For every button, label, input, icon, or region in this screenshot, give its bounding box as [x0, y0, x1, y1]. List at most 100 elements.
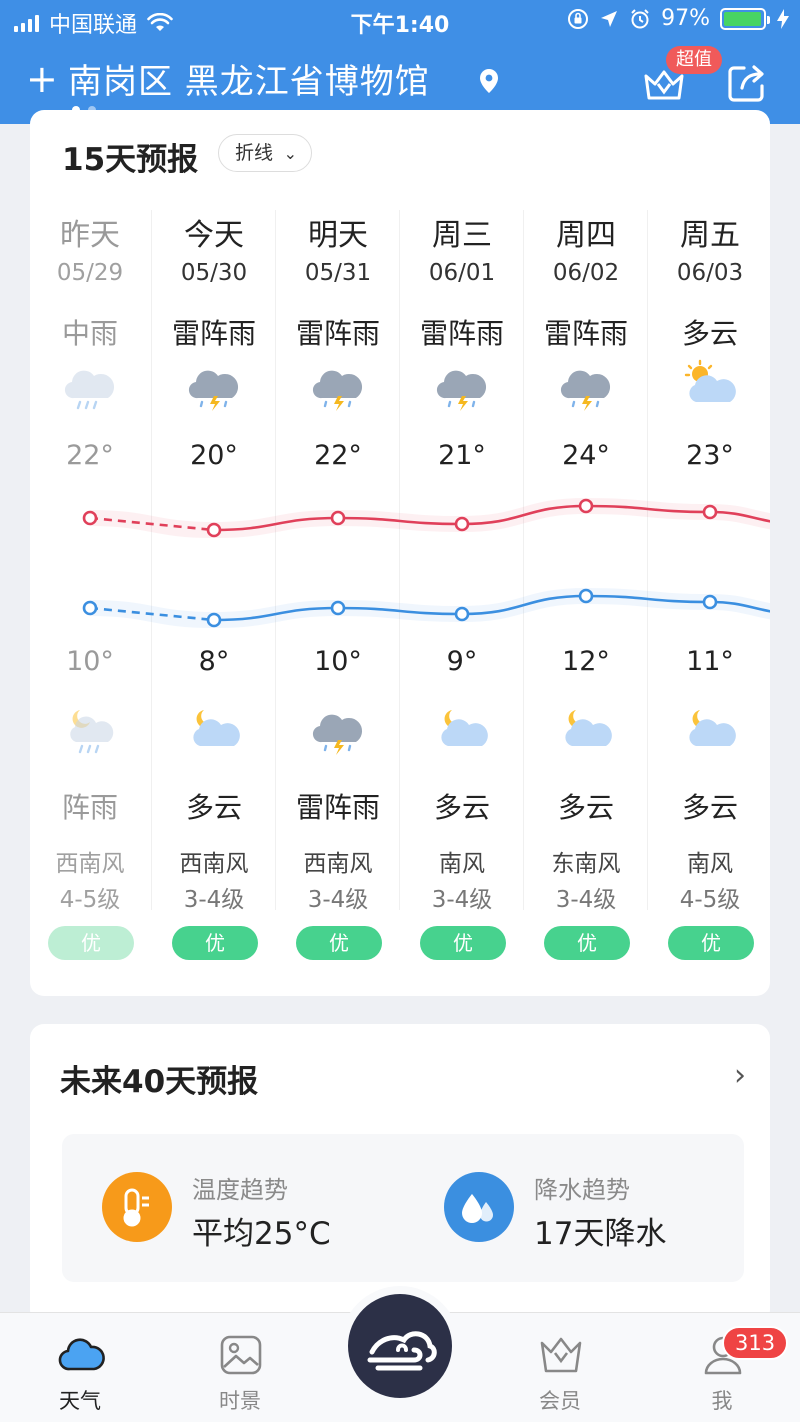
- night-weather: 多云: [185, 791, 242, 824]
- day-label: 周四: [556, 218, 616, 253]
- tab-label: 时景: [219, 1389, 261, 1413]
- location-header: + 南岗区 黑龙江省博物馆 超值: [0, 46, 800, 118]
- night-weather: 多云: [433, 791, 490, 824]
- wind-direction: 西南风: [179, 851, 249, 877]
- alarm-icon: [631, 8, 649, 28]
- cloud-icon: [58, 1338, 105, 1371]
- low-temp: 9°: [446, 646, 478, 677]
- tab-weather[interactable]: 天气: [20, 1313, 140, 1422]
- wind-level: 4-5级: [679, 887, 741, 913]
- orientation-lock-icon: [568, 8, 589, 29]
- day-column[interactable]: 周五 06/03 多云 23° 11° 多云南风 4-5级优: [648, 210, 770, 996]
- top-bar: 中国联通 下午1:40 97% + 南岗区 黑龙江省博物馆 超值: [0, 0, 800, 124]
- day-weather: 中雨: [61, 317, 118, 350]
- date-label: 05/30: [180, 260, 248, 286]
- chevron-right-icon[interactable]: ›: [734, 1058, 746, 1093]
- precipitation-trend-label: 降水趋势: [534, 1176, 630, 1204]
- rain-icon: [64, 370, 115, 410]
- high-temp: 24°: [562, 440, 610, 471]
- wind-direction: 西南风: [55, 851, 125, 877]
- notification-badge: 313: [722, 1326, 789, 1360]
- night-rain-icon: [70, 710, 114, 754]
- status-bar: 中国联通 下午1:40 97%: [0, 0, 800, 40]
- battery-icon: [720, 7, 770, 30]
- thunder-icon: [312, 370, 363, 411]
- tab-center-home[interactable]: [340, 1286, 460, 1406]
- crown-icon: [540, 1337, 582, 1373]
- sun-cloudy-icon: [684, 359, 736, 402]
- day-label: 昨天: [60, 218, 120, 253]
- wind-cloud-logo-icon: [367, 1331, 437, 1371]
- tab-scenes[interactable]: 时景: [180, 1313, 300, 1422]
- day-label: 今天: [184, 218, 244, 253]
- battery-percent: 97%: [661, 6, 710, 31]
- night-cloudy-icon: [689, 710, 736, 746]
- low-temp: 11°: [686, 646, 734, 677]
- image-icon: [220, 1335, 262, 1375]
- low-temp: 10°: [66, 646, 114, 677]
- charging-icon: [777, 8, 789, 29]
- low-temp: 8°: [198, 646, 230, 677]
- night-weather: 多云: [557, 791, 614, 824]
- tab-membership[interactable]: 会员: [500, 1313, 620, 1422]
- tab-label: 会员: [539, 1389, 581, 1413]
- wind-direction: 西南风: [303, 851, 373, 877]
- wind-direction: 东南风: [551, 851, 621, 877]
- night-cloudy-icon: [565, 710, 612, 746]
- date-label: 05/31: [304, 260, 372, 286]
- vip-offer-badge: 超值: [666, 46, 722, 74]
- date-label: 06/01: [428, 260, 496, 286]
- night-weather: 阵雨: [61, 791, 118, 824]
- trend-panel: 温度趋势 平均25°C 降水趋势 17天降水: [62, 1134, 744, 1282]
- temperature-trend-value: 平均25°C: [192, 1216, 331, 1252]
- forecast-40-day-card[interactable]: 未来40天预报 › 温度趋势 平均25°C 降水趋势 17天降水: [30, 1024, 770, 1324]
- day-weather: 雷阵雨: [543, 317, 628, 350]
- add-city-button[interactable]: +: [26, 56, 58, 102]
- day-column[interactable]: 周四 06/02 雷阵雨 24° 12° 多云 东南风 3-4级优: [524, 210, 648, 996]
- day-column[interactable]: 周三 06/01 雷阵雨 21° 9° 多云 南风 3-4级优: [400, 210, 524, 996]
- wind-direction: 南风: [687, 851, 733, 877]
- date-label: 06/03: [676, 260, 744, 286]
- date-label: 05/29: [56, 260, 124, 286]
- low-temp: 12°: [562, 646, 610, 677]
- day-weather: 多云: [681, 317, 738, 350]
- day-column[interactable]: 今天 05/30 雷阵雨 20° 8° 多云西南风 3-4级优: [152, 210, 276, 996]
- air-quality-badge[interactable]: 优: [48, 926, 134, 960]
- day-label: 周五: [680, 218, 740, 253]
- forecast-40-title: 未来40天预报: [60, 1064, 259, 1100]
- air-quality-badge[interactable]: 优: [420, 926, 506, 960]
- night-weather: 多云: [681, 791, 738, 824]
- air-quality-badge[interactable]: 优: [544, 926, 630, 960]
- air-quality-badge[interactable]: 优: [296, 926, 382, 960]
- air-quality-badge[interactable]: 优: [172, 926, 258, 960]
- day-column[interactable]: 昨天 05/29 中雨 22° 10° 阵雨西南风 4-5级优: [30, 210, 152, 996]
- wind-level: 3-4级: [431, 887, 493, 913]
- high-temp: 21°: [438, 440, 486, 471]
- water-drops-icon: [444, 1172, 514, 1242]
- day-column[interactable]: 明天 05/31 雷阵雨 22° 10° 雷阵雨 西南风 3-4级优: [276, 210, 400, 996]
- share-button[interactable]: [726, 62, 768, 104]
- wind-level: 3-4级: [307, 887, 369, 913]
- location-arrow-icon: [601, 10, 618, 27]
- wind-level: 4-5级: [59, 887, 121, 913]
- day-label: 周三: [432, 218, 492, 253]
- night-cloudy-icon: [193, 710, 240, 746]
- precipitation-trend-value: 17天降水: [534, 1216, 667, 1252]
- day-weather: 雷阵雨: [419, 317, 504, 350]
- high-temp: 22°: [314, 440, 362, 471]
- chart-style-toggle[interactable]: 折线 ⌄: [218, 134, 312, 172]
- day-weather: 雷阵雨: [171, 317, 256, 350]
- tab-label: 我: [711, 1389, 733, 1413]
- location-title[interactable]: 南岗区 黑龙江省博物馆: [68, 60, 430, 104]
- thunder-icon: [312, 714, 363, 755]
- air-quality-badge[interactable]: 优: [668, 926, 754, 960]
- high-temp: 20°: [190, 440, 238, 471]
- wind-level: 3-4级: [555, 887, 617, 913]
- high-temp: 23°: [686, 440, 734, 471]
- thunder-icon: [436, 370, 487, 411]
- wind-level: 3-4级: [183, 887, 245, 913]
- low-temp: 10°: [314, 646, 362, 677]
- temperature-trend-label: 温度趋势: [192, 1176, 288, 1204]
- tab-label: 天气: [59, 1389, 101, 1413]
- high-temp: 22°: [66, 440, 114, 471]
